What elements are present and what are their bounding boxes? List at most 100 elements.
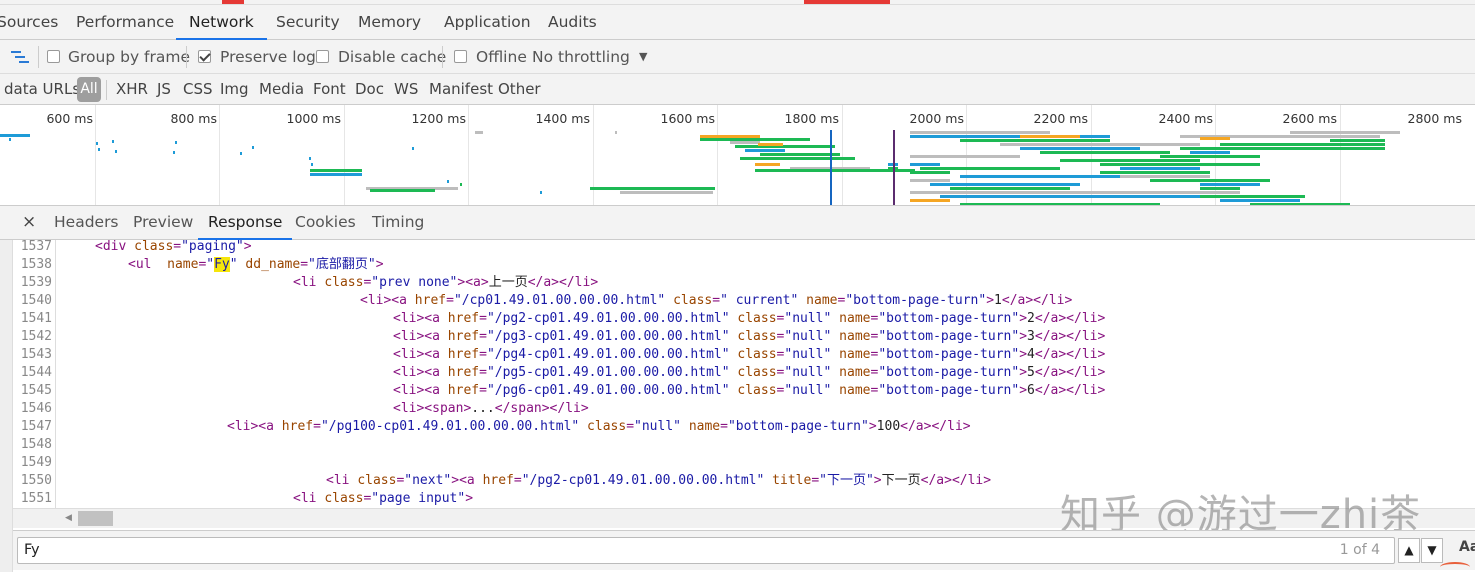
response-code-viewer[interactable]: 1537 1538 1539 1540 1541 1542 1543 1544 1545 1546… [13,240,1475,508]
group-by-frame-checkbox[interactable] [47,50,60,63]
code-token [579,419,587,434]
tab-audits[interactable]: Audits [548,5,597,40]
request-bar [310,173,362,176]
offline-label[interactable]: Offline [476,40,527,74]
tab-timing[interactable]: Timing [372,206,424,240]
code-token: "底部翻页" [308,257,376,272]
filter-img[interactable]: Img [220,74,249,105]
text-node: 6 [1027,383,1035,398]
request-bar [370,189,435,192]
code-fragment: <li><a [227,419,282,434]
code-token: <li [293,275,324,290]
tab-sources[interactable]: Sources [0,5,58,40]
code-fragment: < [494,401,503,416]
filter-other[interactable]: Other [498,74,541,105]
code-fragment: <li [293,491,325,506]
line-number: 1539 [20,275,52,290]
waterfall-view-icon[interactable] [11,49,31,65]
filter-doc[interactable]: Doc [355,74,384,105]
search-input[interactable]: Fy 1 of 4 [17,537,1395,564]
text-node: 100 [876,419,901,434]
code-token: "null" [784,329,832,344]
code-token [798,293,806,308]
disable-cache-checkbox[interactable] [316,50,329,63]
request-bar [173,151,175,154]
code-fragment [681,419,689,434]
scrollbar-thumb[interactable] [78,511,113,526]
disable-cache-label[interactable]: Disable cache [338,40,446,74]
request-bar [1200,183,1260,186]
tab-security[interactable]: Security [276,5,340,40]
tab-preview[interactable]: Preview [133,206,193,240]
tab-headers[interactable]: Headers [54,206,119,240]
network-overview-timeline[interactable]: 600 ms 800 ms 1000 ms 1200 ms 1400 ms 16… [0,105,1475,206]
code-token: href [447,347,480,362]
code-line: <li><a href="/pg4-cp01.49.01.00.00.00.ht… [393,346,1105,364]
timeline-tick-label: 1800 ms [784,111,839,126]
filter-css[interactable]: CSS [183,74,213,105]
code-token: href [414,293,447,308]
offline-checkbox[interactable] [454,50,467,63]
code-fragment: = [479,383,487,398]
request-bar [920,167,1060,170]
tab-cookies[interactable]: Cookies [295,206,356,240]
request-bar [1120,175,1210,178]
search-next-button[interactable]: ▼ [1421,538,1443,563]
text-node: ... [471,401,495,416]
network-toolbar: Group by frame Preserve log Disable cach… [0,40,1475,74]
code-token: > [244,240,252,254]
filter-js[interactable]: JS [157,74,171,105]
code-line: <li><a href="/cp01.49.01.00.00.00.html" … [360,292,1072,310]
tab-response[interactable]: Response [198,206,293,240]
code-token: href [447,383,480,398]
chevron-down-icon[interactable]: ▼ [639,40,647,74]
filter-font[interactable]: Font [313,74,346,105]
code-token: class [324,275,364,290]
search-highlight: Fy [214,257,230,272]
request-bar [950,187,1070,190]
code-fragment: = [300,257,309,272]
request-bar [1150,179,1270,182]
code-token: <li><span>...</span></li> [393,401,589,416]
filter-ws[interactable]: WS [394,74,418,105]
code-fragment: > [986,293,995,308]
code-token [764,473,772,488]
search-previous-button[interactable]: ▲ [1398,538,1420,563]
line-number: 1542 [20,329,52,344]
preserve-log-checkbox[interactable] [198,50,211,63]
filter-all-button[interactable]: All [77,77,101,102]
request-bar [1160,155,1260,158]
code-token: "prev none" [371,275,458,290]
filter-xhr[interactable]: XHR [116,74,148,105]
code-fragment: = [313,419,321,434]
request-bar [540,191,542,194]
code-token: = [313,419,321,434]
code-token: ><a>上一页</a></li> [457,275,598,290]
code-fragment [831,383,839,398]
tab-network[interactable]: Network [176,5,267,40]
code-fragment: /a></li> [1042,329,1106,344]
throttling-select[interactable]: No throttling [532,40,630,74]
code-line: <ul name="Fy" dd_name="底部翻页"> [128,256,384,274]
filter-manifest[interactable]: Manifest [429,74,493,105]
code-token: = [479,347,487,362]
line-number: 1547 [20,419,52,434]
tab-application[interactable]: Application [444,5,531,40]
scroll-left-icon[interactable]: ◀ [65,513,72,523]
preserve-log-label[interactable]: Preserve log [220,40,316,74]
request-bar [1220,199,1300,202]
timeline-tick-label: 600 ms [46,111,93,126]
group-by-frame-label[interactable]: Group by frame [68,40,190,74]
line-number: 1544 [20,365,52,380]
hide-data-urls-label[interactable]: data URLs [4,74,80,105]
code-token: href [482,473,514,488]
code-token: "/cp01.49.01.00.00.00.html" [453,293,666,308]
tab-performance[interactable]: Performance [76,5,174,40]
code-fragment: /span></li> [502,401,589,416]
close-icon[interactable]: × [22,206,36,240]
tab-memory[interactable]: Memory [358,5,421,40]
timeline-tick-label: 2600 ms [1282,111,1337,126]
filter-media[interactable]: Media [259,74,304,105]
code-token: class [134,240,174,254]
match-case-toggle[interactable]: Aa [1459,539,1475,555]
